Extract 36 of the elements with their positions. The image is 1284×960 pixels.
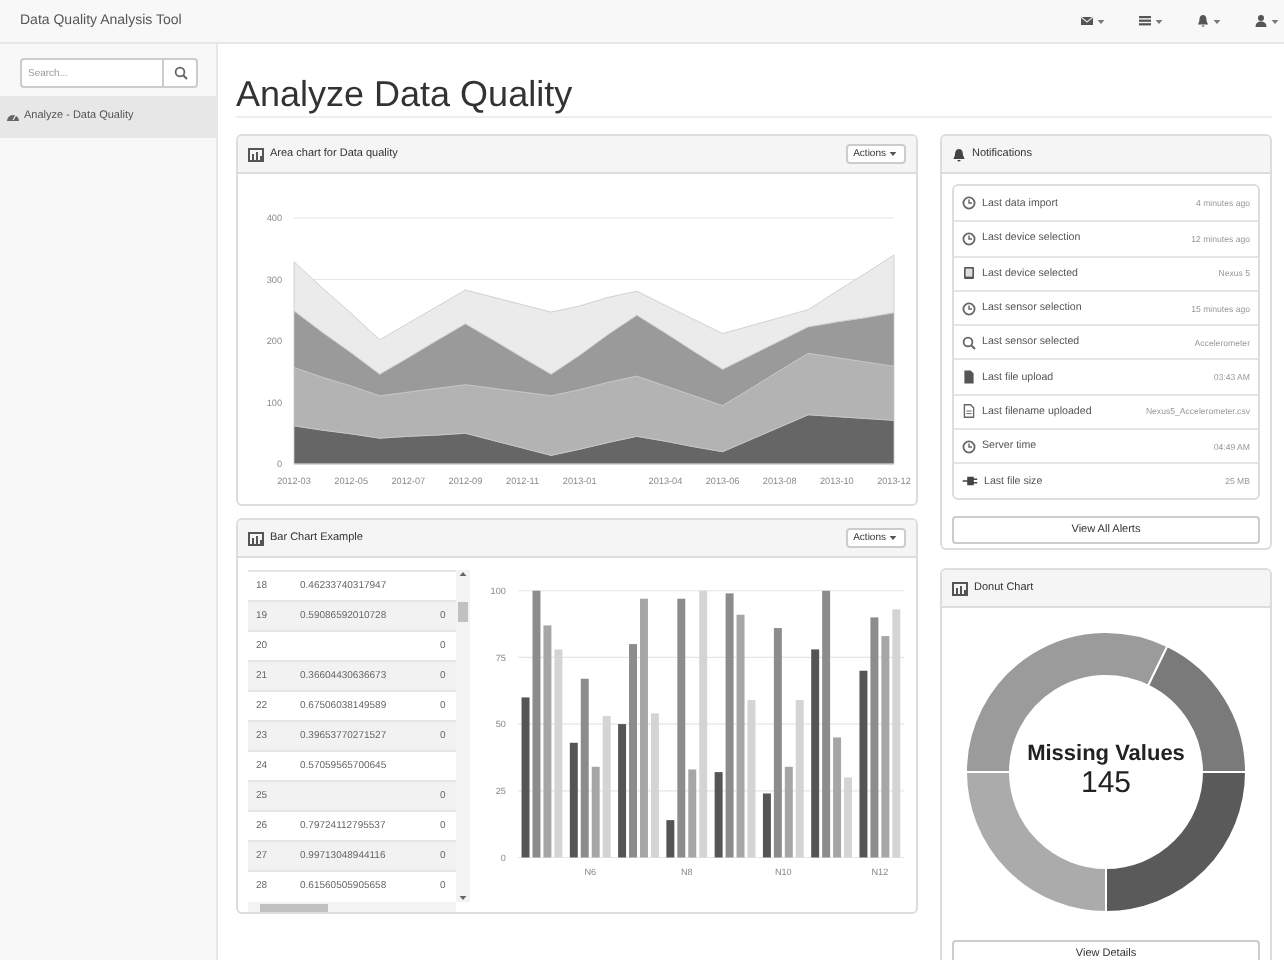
chart-icon <box>248 147 264 161</box>
clock-icon <box>962 301 976 316</box>
chart-icon <box>248 531 264 545</box>
donut-center-label: Missing Values <box>1027 742 1185 766</box>
user-menu-button[interactable] <box>1250 10 1284 32</box>
up-arrow-icon <box>458 570 468 578</box>
scrollbar-thumb[interactable] <box>458 602 468 622</box>
alerts-menu-button[interactable] <box>1192 10 1226 32</box>
search-icon <box>962 335 976 350</box>
caret-icon <box>1154 17 1164 25</box>
caret-icon <box>1212 17 1222 25</box>
file-icon <box>962 370 976 385</box>
envelope-icon <box>1080 14 1094 28</box>
donut-center-value: 145 <box>1080 766 1132 800</box>
user-icon <box>1254 14 1268 28</box>
bell-icon <box>1196 14 1210 28</box>
document-icon <box>962 404 976 419</box>
caret-icon <box>888 150 898 158</box>
page-title: Analyze Data Quality <box>236 74 573 116</box>
bell-icon <box>952 147 966 161</box>
list-icon <box>1138 14 1152 28</box>
chart-icon <box>952 581 968 595</box>
caret-icon <box>1270 17 1280 25</box>
clock-icon <box>962 196 976 211</box>
tablet-icon <box>962 266 976 281</box>
clock-icon <box>962 439 976 454</box>
clock-icon <box>962 231 976 246</box>
caret-icon <box>888 534 898 542</box>
scrollbar-thumb[interactable] <box>260 904 328 912</box>
down-arrow-icon <box>458 893 468 901</box>
vertical-scrollbar[interactable] <box>456 570 470 901</box>
search-icon <box>173 66 187 80</box>
plug-icon <box>962 474 978 489</box>
search-button[interactable] <box>164 58 198 88</box>
dashboard-icon <box>6 110 20 122</box>
caret-icon <box>1096 17 1106 25</box>
